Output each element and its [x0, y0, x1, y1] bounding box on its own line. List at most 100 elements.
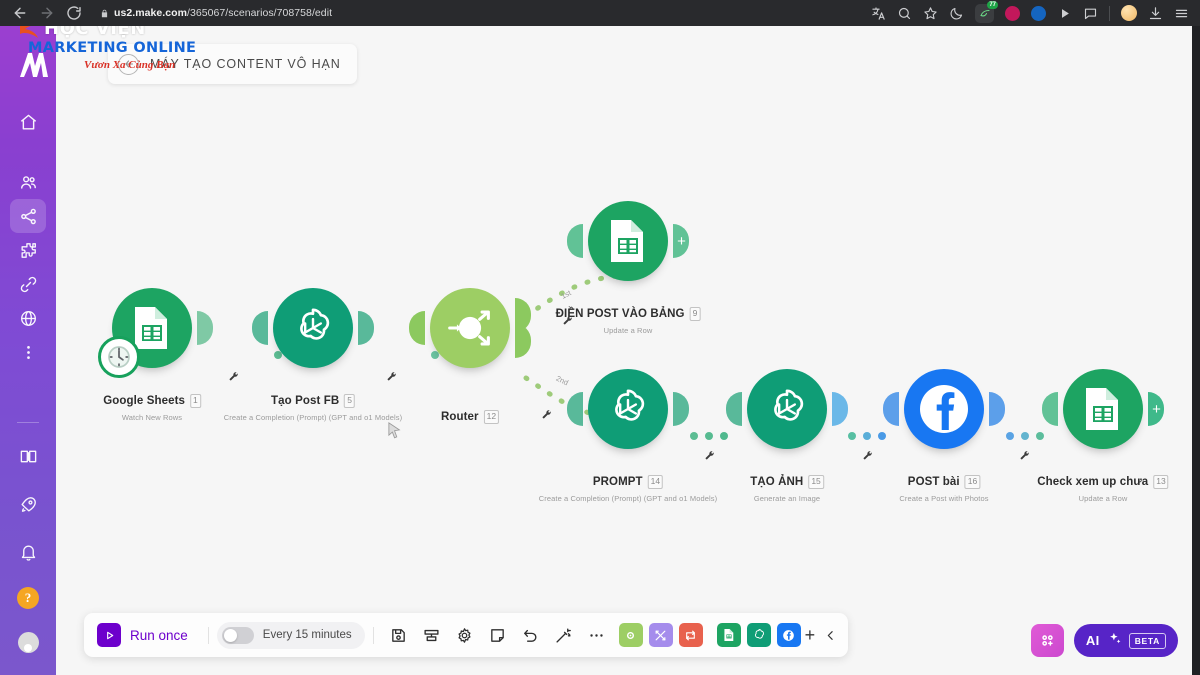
module-input-connector[interactable] [726, 392, 742, 426]
play-icon[interactable] [1057, 6, 1072, 21]
openai-button[interactable] [746, 623, 771, 647]
sidebar-item-webhooks[interactable] [10, 301, 46, 335]
module-bubble[interactable]: + [1042, 369, 1164, 449]
sidebar-item-templates[interactable] [10, 233, 46, 267]
module-google-sheets[interactable]: Google Sheets 1 Watch New Rows [98, 288, 213, 422]
module-output-connector[interactable] [197, 311, 213, 345]
chevron-left-icon[interactable] [824, 629, 837, 642]
reload-icon[interactable] [66, 5, 82, 21]
back-arrow-icon[interactable] [118, 53, 139, 75]
module-input-connector[interactable] [567, 224, 583, 258]
module-router[interactable]: Router 12 [409, 288, 531, 424]
sidebar-item-help[interactable]: ? [10, 581, 46, 615]
module-bubble[interactable] [726, 369, 848, 449]
undo-icon[interactable] [522, 627, 539, 644]
sidebar-item-more[interactable] [10, 335, 46, 369]
star-icon[interactable] [923, 6, 938, 21]
download-icon[interactable] [1148, 6, 1163, 21]
add-module-button[interactable]: + [1148, 392, 1164, 426]
module-check-xem-up-chua[interactable]: + Check xem up chưa 13 Update a Row [1037, 369, 1169, 503]
save-icon[interactable] [390, 627, 407, 644]
connection-5[interactable] [1006, 432, 1044, 440]
module-bubble[interactable] [567, 369, 689, 449]
module-bubble[interactable]: + [567, 201, 689, 281]
schedule-toggle[interactable]: Every 15 minutes [216, 621, 365, 649]
module-bubble[interactable] [409, 288, 531, 368]
connection-settings-icon[interactable] [386, 369, 397, 381]
module-bubble[interactable] [883, 369, 1005, 449]
module-output-connector[interactable] [358, 311, 374, 345]
connection-settings-icon[interactable] [704, 448, 715, 460]
settings-gear-icon[interactable] [456, 627, 473, 644]
module-output-connector-bottom[interactable] [515, 323, 531, 358]
module-bubble[interactable] [98, 288, 213, 378]
module-number: 9 [689, 307, 701, 321]
sidebar-item-notifications[interactable] [10, 535, 46, 569]
connection-settings-icon[interactable] [1019, 448, 1030, 460]
ai-assistant-button[interactable]: AI BETA [1073, 624, 1178, 657]
speech-bubble-icon[interactable] [1083, 6, 1098, 21]
beta-badge: BETA [1128, 632, 1166, 649]
address-bar[interactable]: us2.make.com/365067/scenarios/708758/edi… [96, 4, 339, 22]
module-tao-anh[interactable]: TẠO ẢNH 15 Generate an Image [726, 369, 848, 503]
extension-blue-icon[interactable] [1031, 5, 1046, 21]
sidebar-item-team[interactable] [10, 165, 46, 199]
add-module-button[interactable]: + [805, 626, 816, 644]
profile-avatar-icon[interactable] [1121, 5, 1137, 21]
module-caption: POST bài 16 Create a Post with Photos [899, 473, 989, 503]
module-title: ĐIỀN POST VÀO BẢNG [555, 307, 685, 320]
connection-4[interactable] [848, 432, 886, 440]
translate-icon[interactable] [871, 6, 886, 21]
module-input-connector[interactable] [252, 311, 268, 345]
module-post-bai[interactable]: POST bài 16 Create a Post with Photos [883, 369, 1005, 503]
connection-3[interactable] [690, 432, 728, 440]
sidebar-item-docs[interactable] [10, 439, 46, 473]
module-output-connector[interactable] [832, 392, 848, 426]
module-prompt[interactable]: PROMPT 14 Create a Completion (Prompt) (G… [539, 369, 717, 503]
apps-grid-button[interactable] [1030, 624, 1064, 657]
google-sheets-button[interactable] [716, 623, 741, 647]
tools-button[interactable] [648, 623, 673, 647]
module-output-connector[interactable] [989, 392, 1005, 426]
schedule-switch[interactable] [221, 626, 254, 644]
router-tool-button[interactable] [618, 623, 643, 647]
scheduler-clock-icon[interactable] [98, 336, 140, 378]
module-caption: ĐIỀN POST VÀO BẢNG 9 Update a Row [556, 305, 701, 335]
sidebar-item-home[interactable] [10, 105, 46, 139]
iterator-button[interactable] [678, 623, 703, 647]
divider [1109, 5, 1110, 21]
connection-settings-icon[interactable] [562, 313, 573, 325]
connection-settings-icon[interactable] [862, 448, 873, 460]
magic-wand-icon[interactable] [555, 627, 572, 644]
hamburger-menu-icon[interactable] [1174, 6, 1189, 21]
module-tao-post-fb[interactable]: Tạo Post FB 5 Create a Completion (Prompt… [224, 288, 402, 422]
more-options-icon[interactable] [588, 627, 605, 644]
facebook-button[interactable] [776, 623, 801, 647]
module-title: PROMPT [592, 475, 643, 488]
moon-icon[interactable] [949, 6, 964, 21]
extension-pink-icon[interactable] [1005, 5, 1020, 21]
module-dien-post-vao-bang[interactable]: + ĐIỀN POST VÀO BẢNG 9 Update a Row [556, 201, 701, 335]
module-input-connector[interactable] [1042, 392, 1058, 426]
module-input-connector[interactable] [409, 311, 425, 345]
connection-settings-icon[interactable] [228, 369, 239, 381]
browser-toolbar: us2.make.com/365067/scenarios/708758/edi… [0, 0, 1200, 26]
auto-align-icon[interactable] [423, 627, 440, 644]
sidebar-item-scenarios[interactable] [10, 199, 46, 233]
add-module-button[interactable]: + [673, 224, 689, 258]
extension-green-icon[interactable]: 77 [975, 0, 998, 23]
module-input-connector[interactable] [883, 392, 899, 426]
module-output-connector[interactable] [673, 392, 689, 426]
module-input-connector[interactable] [567, 392, 583, 426]
notes-icon[interactable] [489, 627, 506, 644]
sidebar-item-account[interactable] [10, 625, 46, 659]
connection-settings-icon[interactable] [541, 407, 552, 419]
sidebar-item-whats-new[interactable] [10, 487, 46, 521]
sidebar-item-connections[interactable] [10, 267, 46, 301]
scenario-canvas[interactable]: Google Sheets 1 Watch New Rows Tạo Post F… [56, 26, 1192, 675]
run-once-button[interactable]: Run once [93, 623, 200, 647]
module-number: 12 [483, 410, 500, 424]
module-bubble[interactable] [252, 288, 374, 368]
back-arrow-icon[interactable] [12, 5, 28, 21]
page-zoom-icon[interactable] [897, 6, 912, 21]
